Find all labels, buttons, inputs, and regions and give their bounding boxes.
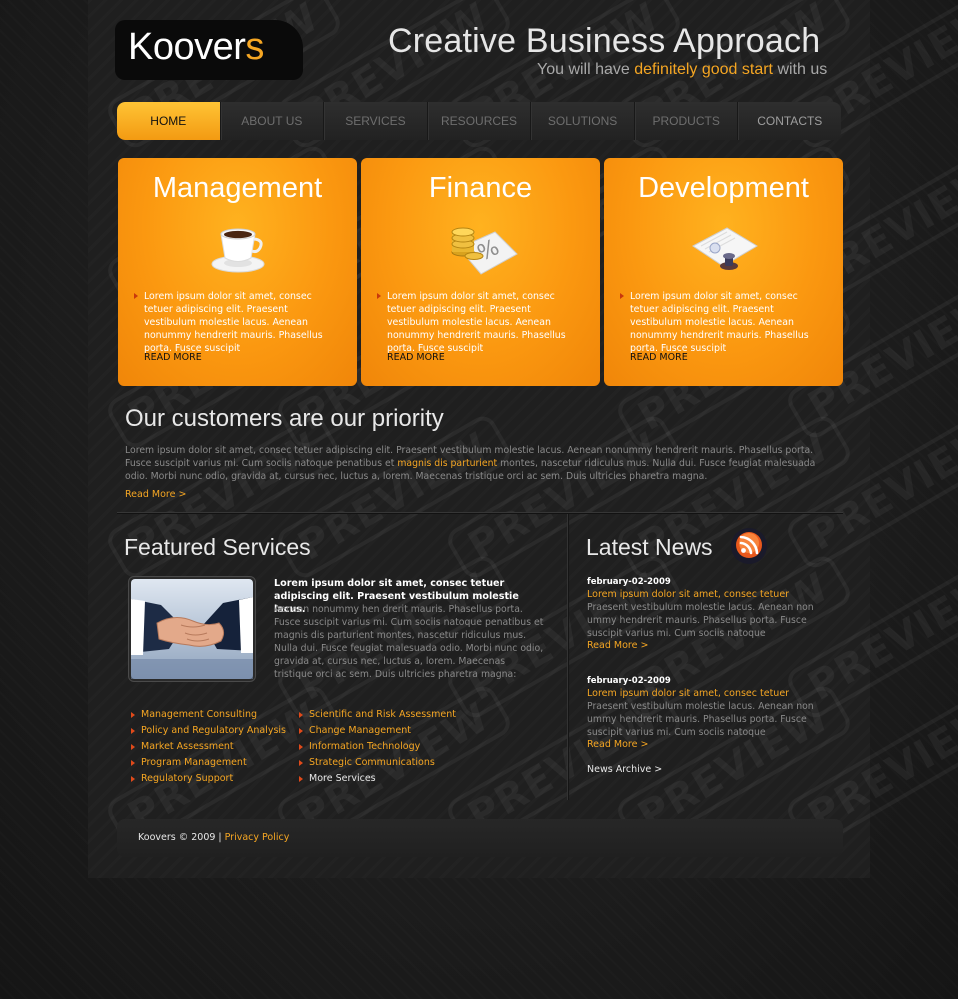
service-link[interactable]: Market Assessment <box>131 739 286 755</box>
news-archive-link[interactable]: News Archive > <box>587 764 662 775</box>
featured-body-text: Aenean nonummy hen drerit mauris. Phasel… <box>274 604 544 680</box>
document-stamp-icon <box>687 220 761 278</box>
footer-copyright: Koovers © 2009 <box>138 832 216 843</box>
feature-box-title: Management <box>152 172 323 204</box>
footer-separator: | <box>218 832 222 843</box>
logo-accent: s <box>245 26 264 68</box>
service-label: Regulatory Support <box>141 773 234 784</box>
bullet-arrow-icon <box>299 728 303 734</box>
services-list-left: Management Consulting Policy and Regulat… <box>131 707 286 787</box>
read-more-link[interactable]: READ MORE <box>144 352 202 363</box>
priority-text: Lorem ipsum dolor sit amet, consec tetue… <box>125 444 833 483</box>
bullet-arrow-icon <box>131 744 135 750</box>
latest-news-heading: Latest News <box>586 534 713 560</box>
bullet-arrow-icon <box>299 776 303 782</box>
priority-read-more-link[interactable]: Read More > <box>125 489 186 500</box>
bullet-arrow-icon <box>299 744 303 750</box>
service-link[interactable]: Change Management <box>299 723 456 739</box>
priority-inline-link[interactable]: magnis dis parturient <box>397 458 497 469</box>
feature-box-text: Lorem ipsum dolor sit amet, consec tetue… <box>387 291 566 354</box>
logo[interactable]: Koovers <box>128 26 264 69</box>
news-date: february-02-2009 <box>587 676 671 686</box>
nav-about-us[interactable]: ABOUT US <box>221 102 325 140</box>
feature-box-management: Management Lorem ipsum dolor sit amet, c… <box>118 158 357 386</box>
read-more-link[interactable]: READ MORE <box>387 352 445 363</box>
bullet-arrow-icon <box>131 712 135 718</box>
news-title-link[interactable]: Lorem ipsum dolor sit amet, consec tetue… <box>587 589 789 600</box>
slogan-title: Creative Business Approach <box>388 22 821 60</box>
feature-box-finance: Finance % Lorem ipsum dolor sit amet, co… <box>361 158 600 386</box>
main-nav: HOME ABOUT US SERVICES RESOURCES SOLUTIO… <box>117 102 841 140</box>
feature-box-text: Lorem ipsum dolor sit amet, consec tetue… <box>144 291 323 354</box>
feature-box-title: Development <box>638 172 809 204</box>
privacy-policy-link[interactable]: Privacy Policy <box>225 832 290 843</box>
footer-text: Koovers © 2009 | Privacy Policy <box>138 832 289 843</box>
more-services-link[interactable]: More Services <box>299 771 456 787</box>
rss-icon[interactable] <box>729 526 769 566</box>
news-text: Praesent vestibulum molestie lacus. Aene… <box>587 701 814 738</box>
service-link[interactable]: Strategic Communications <box>299 755 456 771</box>
nav-solutions[interactable]: SOLUTIONS <box>531 102 635 140</box>
news-title-link[interactable]: Lorem ipsum dolor sit amet, consec tetue… <box>587 688 789 699</box>
feature-box-text: Lorem ipsum dolor sit amet, consec tetue… <box>630 291 809 354</box>
bullet-arrow-icon <box>134 293 138 299</box>
logo-text: Koover <box>128 26 246 68</box>
service-label: Strategic Communications <box>309 757 435 768</box>
bullet-arrow-icon <box>377 293 381 299</box>
news-text: Praesent vestibulum molestie lacus. Aene… <box>587 602 814 639</box>
bullet-arrow-icon <box>299 712 303 718</box>
nav-home[interactable]: HOME <box>117 102 221 140</box>
priority-heading: Our customers are our priority <box>125 405 444 432</box>
service-label: Information Technology <box>309 741 421 752</box>
read-more-link[interactable]: READ MORE <box>630 352 688 363</box>
service-link[interactable]: Regulatory Support <box>131 771 286 787</box>
bullet-arrow-icon <box>131 728 135 734</box>
service-label: More Services <box>309 773 376 784</box>
handshake-photo <box>128 576 256 682</box>
slogan-post: with us <box>773 61 828 78</box>
coffee-cup-icon <box>208 220 268 280</box>
bullet-arrow-icon <box>299 760 303 766</box>
service-link[interactable]: Information Technology <box>299 739 456 755</box>
nav-resources[interactable]: RESOURCES <box>428 102 532 140</box>
service-label: Scientific and Risk Assessment <box>309 709 456 720</box>
news-read-more-link[interactable]: Read More > <box>587 640 648 651</box>
nav-services[interactable]: SERVICES <box>324 102 428 140</box>
nav-products[interactable]: PRODUCTS <box>635 102 739 140</box>
nav-contacts[interactable]: CONTACTS <box>738 102 841 140</box>
news-read-more-link[interactable]: Read More > <box>587 739 648 750</box>
feature-box-development: Development Lorem ipsum dolor sit amet, … <box>604 158 843 386</box>
service-link[interactable]: Scientific and Risk Assessment <box>299 707 456 723</box>
service-label: Program Management <box>141 757 247 768</box>
service-link[interactable]: Management Consulting <box>131 707 286 723</box>
slogan-subtitle: You will have definitely good start with… <box>537 61 827 79</box>
services-list-right: Scientific and Risk Assessment Change Ma… <box>299 707 456 787</box>
service-label: Market Assessment <box>141 741 234 752</box>
page: PREVIEW PREVIEW PREVIEW PREVIEW PREVIEW … <box>0 0 958 999</box>
section-divider <box>117 512 843 513</box>
service-label: Change Management <box>309 725 411 736</box>
service-label: Management Consulting <box>141 709 258 720</box>
column-divider <box>567 514 568 800</box>
coins-icon: % <box>443 218 519 282</box>
news-date: february-02-2009 <box>587 577 671 587</box>
slogan-highlight: definitely good start <box>634 61 773 78</box>
service-link[interactable]: Policy and Regulatory Analysis <box>131 723 286 739</box>
feature-box-title: Finance <box>428 172 533 204</box>
slogan-pre: You will have <box>537 61 635 78</box>
service-label: Policy and Regulatory Analysis <box>141 725 286 736</box>
bullet-arrow-icon <box>620 293 624 299</box>
bullet-arrow-icon <box>131 760 135 766</box>
featured-services-heading: Featured Services <box>124 534 311 560</box>
service-link[interactable]: Program Management <box>131 755 286 771</box>
bullet-arrow-icon <box>131 776 135 782</box>
